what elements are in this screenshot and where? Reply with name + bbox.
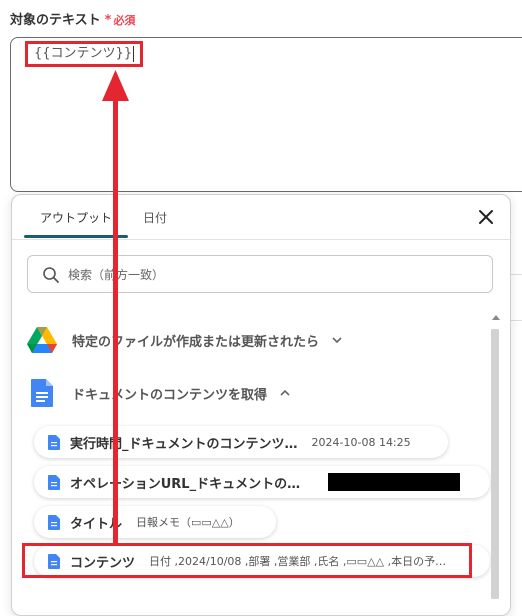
redacted-value (328, 473, 461, 491)
item-value: 2024-10-08 14:25 (311, 435, 411, 449)
popup-tabs: アウトプット 日付 (12, 195, 510, 240)
item-name: 実行時間_ドキュメントのコンテンツ… (70, 436, 298, 452)
scrollbar-thumb[interactable] (491, 329, 499, 599)
item-value: 日付 ,2024/10/08 ,部署 ,営業部 ,氏名 ,▭▭△△ ,本日の予… (149, 555, 447, 568)
active-tab-indicator (24, 235, 128, 238)
chevron-up-icon[interactable] (279, 387, 291, 399)
tab-output[interactable]: アウトプット (40, 209, 112, 226)
output-item-execution-time[interactable]: 実行時間_ドキュメントのコンテンツ… 2024-10-08 14:25 (34, 426, 448, 458)
search-icon (43, 267, 59, 283)
output-picker-popup: アウトプット 日付 特定のファイルが作成または更新されたら (11, 194, 511, 616)
close-icon[interactable] (476, 207, 496, 227)
content-variable-token[interactable]: {{コンテンツ}} (25, 41, 144, 67)
token-text: {{コンテンツ}} (34, 46, 133, 61)
field-label-text: 対象のテキスト (10, 13, 101, 28)
document-icon (48, 514, 60, 530)
document-icon (48, 553, 60, 569)
required-star: * (104, 13, 112, 28)
section-drive-trigger[interactable]: 特定のファイルが作成または更新されたら (26, 325, 343, 355)
document-icon (48, 474, 60, 490)
search-input[interactable] (66, 256, 480, 294)
target-text-area[interactable]: {{コンテンツ}} (10, 37, 522, 192)
item-name: コンテンツ (70, 555, 136, 571)
document-icon (48, 434, 60, 450)
tab-date[interactable]: 日付 (143, 209, 167, 226)
item-name: オペレーションURL_ドキュメントの… (70, 476, 301, 492)
scroll-up-arrow[interactable] (492, 315, 500, 320)
item-value: 日報メモ（▭▭△△） (136, 516, 240, 529)
chevron-down-icon[interactable] (331, 334, 343, 346)
field-label: 対象のテキスト * 必須 (10, 9, 135, 28)
output-item-content[interactable]: コンテンツ 日付 ,2024/10/08 ,部署 ,営業部 ,氏名 ,▭▭△△ … (34, 545, 490, 577)
search-box[interactable] (27, 255, 493, 294)
output-item-operation-url[interactable]: オペレーションURL_ドキュメントの… (34, 466, 490, 498)
item-name: タイトル (70, 516, 123, 532)
required-text: 必須 (113, 14, 136, 27)
google-drive-icon (27, 327, 57, 353)
section-title-docs: ドキュメントのコンテンツを取得 (72, 387, 268, 403)
google-docs-icon (31, 379, 53, 407)
text-caret (133, 46, 135, 62)
section-docs-get-content[interactable]: ドキュメントのコンテンツを取得 (26, 378, 291, 408)
section-title-drive: 特定のファイルが作成または更新されたら (72, 334, 320, 350)
output-item-title[interactable]: タイトル 日報メモ（▭▭△△） (34, 506, 276, 538)
